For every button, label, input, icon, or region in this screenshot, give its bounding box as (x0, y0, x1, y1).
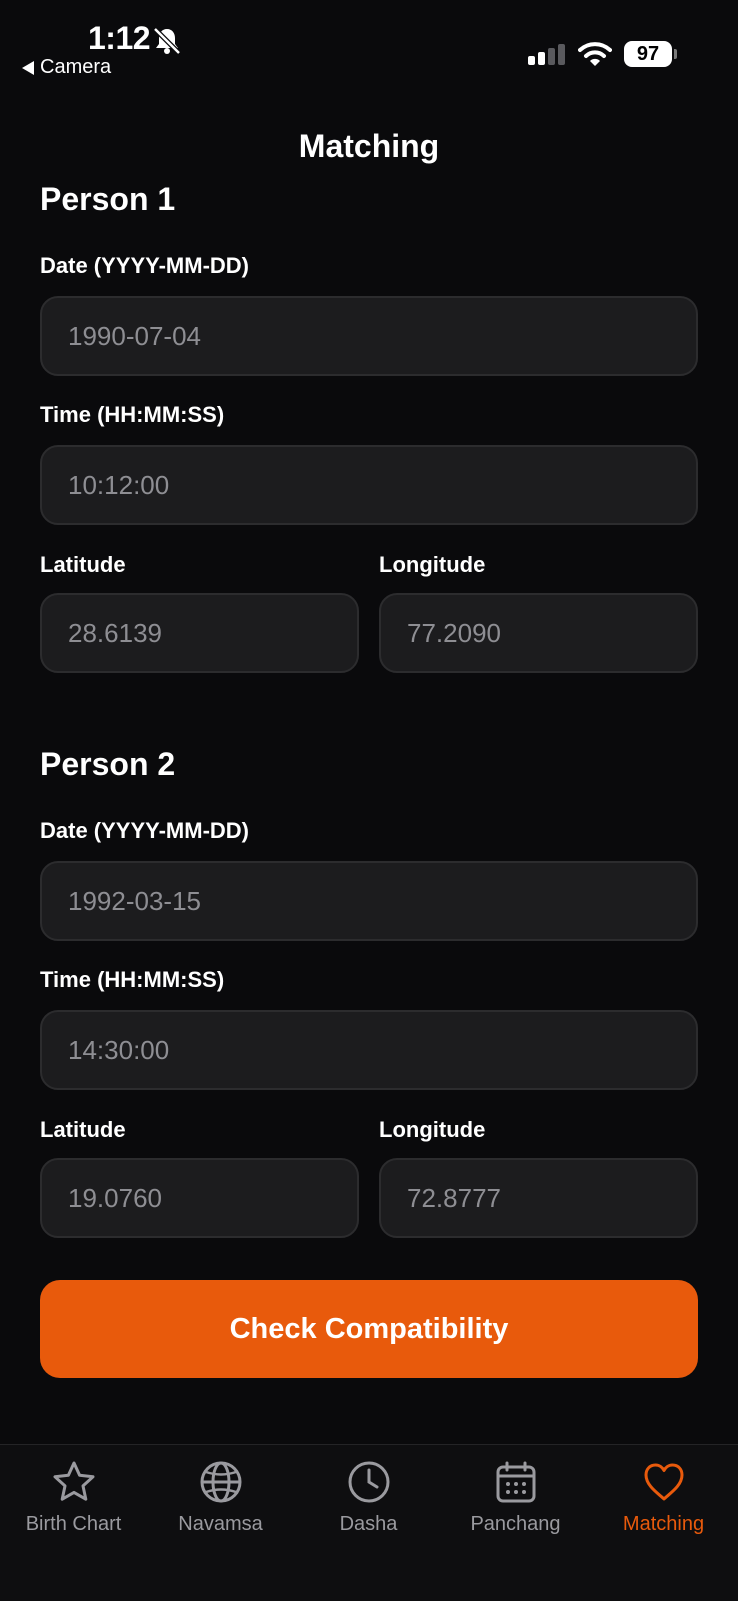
tab-birth-chart[interactable]: Birth Chart (0, 1459, 147, 1536)
tab-bar: Birth Chart Navamsa Dasha Panchang Match… (0, 1444, 738, 1601)
bell-muted-icon (153, 27, 181, 55)
person1-latitude-label: Latitude (40, 552, 126, 577)
person2-longitude-input[interactable]: 72.8777 (379, 1158, 698, 1238)
battery-indicator: 97 (624, 41, 672, 67)
tab-dasha[interactable]: Dasha (295, 1459, 442, 1536)
tab-dasha-label: Dasha (339, 1513, 398, 1535)
tab-panchang-label: Panchang (470, 1513, 561, 1535)
back-arrow-icon (22, 60, 34, 75)
person1-date-label: Date (YYYY-MM-DD) (40, 253, 250, 278)
calendar-icon (496, 1461, 535, 1503)
clock-icon (348, 1461, 389, 1503)
person1-time-label: Time (HH:MM:SS) (40, 402, 225, 427)
person2-latitude-input[interactable]: 19.0760 (40, 1158, 359, 1238)
person2-heading: Person 2 (40, 746, 176, 782)
globe-icon (200, 1461, 241, 1503)
person1-heading: Person 1 (40, 181, 176, 217)
tab-matching[interactable]: Matching (590, 1459, 737, 1536)
tab-birth-chart-label: Birth Chart (25, 1513, 122, 1535)
tab-matching-label: Matching (622, 1513, 705, 1535)
person2-date-label: Date (YYYY-MM-DD) (40, 818, 250, 843)
person1-longitude-label: Longitude (379, 552, 486, 577)
person2-longitude-label: Longitude (379, 1117, 486, 1142)
person2-time-input[interactable]: 14:30:00 (40, 1010, 698, 1090)
cellular-signal-icon (528, 44, 565, 65)
person2-date-input[interactable]: 1992-03-15 (40, 861, 698, 941)
person1-date-input[interactable]: 1990-07-04 (40, 296, 698, 376)
page-title: Matching (298, 128, 440, 164)
person2-time-label: Time (HH:MM:SS) (40, 967, 225, 992)
person1-longitude-input[interactable]: 77.2090 (379, 593, 698, 673)
heart-icon (644, 1463, 683, 1501)
battery-tip (674, 49, 677, 59)
back-to-camera-link[interactable]: Camera (22, 56, 111, 79)
tab-navamsa-label: Navamsa (178, 1513, 263, 1535)
status-time: 1:12 (88, 20, 151, 56)
person2-latitude-label: Latitude (40, 1117, 126, 1142)
tab-panchang[interactable]: Panchang (442, 1459, 589, 1536)
wifi-icon (578, 42, 612, 66)
tab-navamsa[interactable]: Navamsa (147, 1459, 294, 1536)
check-compatibility-button[interactable]: Check Compatibility (40, 1280, 698, 1378)
back-camera-label: Camera (40, 56, 112, 78)
person1-latitude-input[interactable]: 28.6139 (40, 593, 359, 673)
star-icon (53, 1461, 94, 1501)
person1-time-input[interactable]: 10:12:00 (40, 445, 698, 525)
